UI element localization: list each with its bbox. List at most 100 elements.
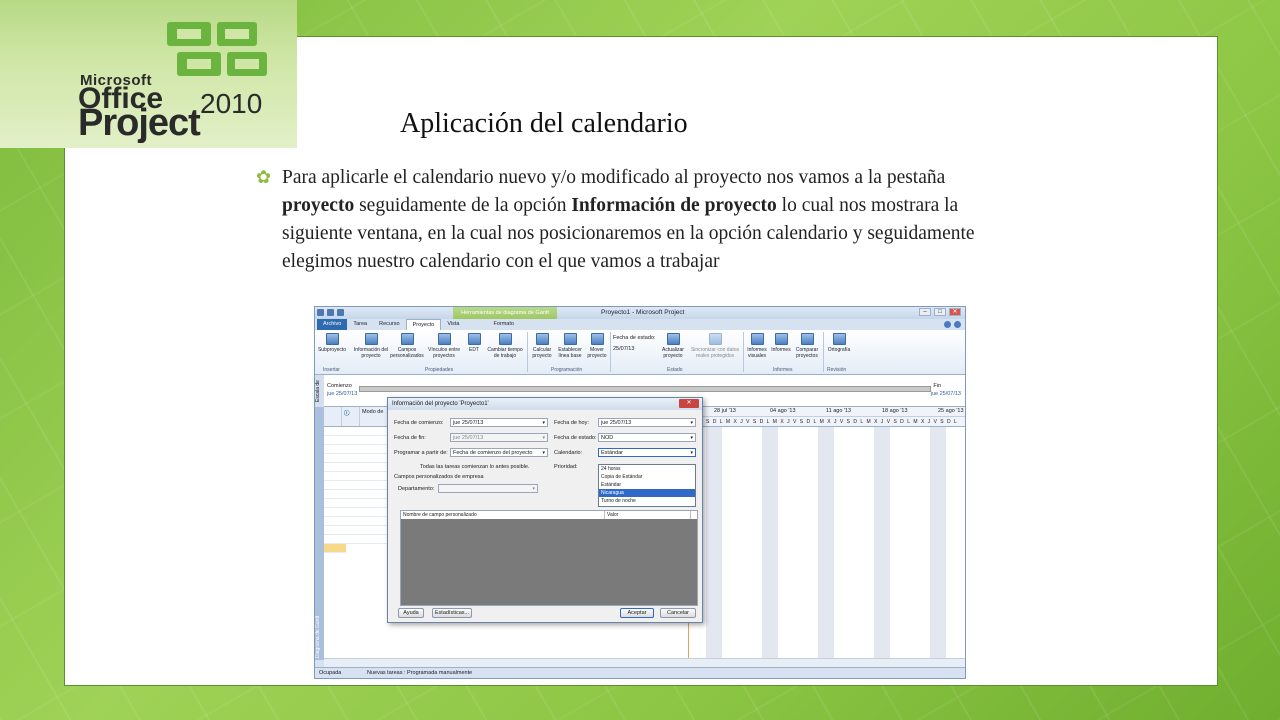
- move-icon: [590, 333, 604, 345]
- fecha-fin-field: jue 25/07/13 ▾: [450, 433, 548, 442]
- vinculos-button[interactable]: Vínculos entre proyectos: [425, 333, 463, 359]
- minimize-ribbon-icon[interactable]: [944, 321, 951, 328]
- project-info-icon: [364, 333, 378, 345]
- sincronizar-button[interactable]: Sincronizar con datos reales protegidos: [689, 333, 741, 359]
- weekend-shade: [706, 427, 722, 660]
- estadisticas-button[interactable]: Estadísticas...: [432, 608, 472, 618]
- horizontal-scrollbar[interactable]: [324, 658, 965, 667]
- linea-base-button[interactable]: Establecer línea base: [555, 333, 585, 359]
- calendar-option[interactable]: Turno de noche: [599, 497, 695, 505]
- button-label: Informes: [771, 347, 791, 353]
- ribbon-separator: [527, 332, 528, 372]
- tab-recurso[interactable]: Recurso: [373, 319, 405, 330]
- informes-visuales-button[interactable]: Informes visuales: [745, 333, 769, 359]
- dropdown-arrow-icon: ▾: [690, 450, 693, 456]
- grid-header-modo: Modo de: [360, 407, 390, 426]
- subproyecto-button[interactable]: Subproyecto: [317, 333, 347, 353]
- cancelar-button[interactable]: Cancelar: [660, 608, 696, 618]
- slide-title: Aplicación del calendario: [400, 108, 688, 139]
- window-title: Proyecto1 - Microsoft Project: [601, 309, 685, 316]
- column-header: Nombre de campo personalizado: [401, 511, 605, 519]
- redo-icon[interactable]: [337, 309, 344, 316]
- weekend-shade: [930, 427, 946, 660]
- status-bar: Ocupada Nuevas tareas : Programada manua…: [315, 667, 965, 678]
- mover-proyecto-button[interactable]: Mover proyecto: [585, 333, 609, 359]
- timeline-bar[interactable]: [359, 386, 931, 392]
- compare-icon: [800, 333, 814, 345]
- fecha-estado-field[interactable]: NOD ▾: [598, 433, 696, 442]
- status-new-tasks[interactable]: Nuevas tareas : Programada manualmente: [367, 670, 472, 676]
- window-controls: – □ ✕: [919, 308, 961, 316]
- cambiar-tiempo-button[interactable]: Cambiar tiempo de trabajo: [485, 333, 525, 359]
- help-icon[interactable]: [954, 321, 961, 328]
- field-value: NOD: [601, 435, 614, 441]
- button-label: Subproyecto: [317, 347, 347, 353]
- calculate-icon: [535, 333, 549, 345]
- bullet-item: ✿ Para aplicarle el calendario nuevo y/o…: [256, 164, 1016, 276]
- minimize-icon[interactable]: –: [919, 308, 931, 316]
- spelling-icon: [832, 333, 846, 345]
- bullet-bold-informacion: Información de proyecto: [571, 195, 777, 216]
- dropdown-arrow-icon: ▾: [542, 420, 545, 426]
- calcular-proyecto-button[interactable]: Calcular proyecto: [529, 333, 555, 359]
- departamento-select[interactable]: ▾: [438, 484, 538, 493]
- informacion-proyecto-button[interactable]: Información del proyecto: [353, 333, 389, 359]
- tab-tarea[interactable]: Tarea: [347, 319, 373, 330]
- group-revision: Revisión: [827, 367, 847, 373]
- undo-icon[interactable]: [327, 309, 334, 316]
- timeline-start-label: Comienzo: [327, 383, 352, 389]
- group-propiedades: Propiedades: [425, 367, 454, 373]
- ribbon-separator: [743, 332, 744, 372]
- programar-select[interactable]: Fecha de comienzo del proyecto ▾: [450, 448, 548, 457]
- baseline-icon: [563, 333, 577, 345]
- fecha-comienzo-label: Fecha de comienzo:: [394, 420, 444, 426]
- custom-fields-icon: [400, 333, 414, 345]
- visual-reports-icon: [750, 333, 764, 345]
- actualizar-proyecto-button[interactable]: Actualizar proyecto: [659, 333, 687, 359]
- ribbon-right-icons: [944, 319, 965, 330]
- view-side-bar: Diagrama de Gantt: [315, 407, 324, 660]
- calendario-select[interactable]: Estándar ▾: [598, 448, 696, 457]
- tab-formato[interactable]: Formato: [487, 319, 519, 330]
- fecha-comienzo-field[interactable]: jue 25/07/13 ▾: [450, 418, 548, 427]
- close-icon[interactable]: ✕: [949, 308, 961, 316]
- fecha-hoy-label: Fecha de hoy:: [554, 420, 589, 426]
- ortografia-button[interactable]: Ortografía: [825, 333, 853, 353]
- save-icon[interactable]: [317, 309, 324, 316]
- quick-access-toolbar: [317, 309, 344, 316]
- ayuda-button[interactable]: Ayuda: [398, 608, 424, 618]
- calendar-dropdown-list[interactable]: 24 horas Copia de Estándar Estándar Nica…: [598, 464, 696, 507]
- fecha-estado-value[interactable]: 25/07/13: [613, 346, 634, 352]
- calendar-option[interactable]: Estándar: [599, 481, 695, 489]
- informes-button[interactable]: Informes: [769, 333, 793, 353]
- tab-vista[interactable]: Vista: [441, 319, 465, 330]
- links-icon: [437, 333, 451, 345]
- calendar-option[interactable]: 24 horas: [599, 465, 695, 473]
- comparar-proyectos-button[interactable]: Comparar proyectos: [793, 333, 821, 359]
- tab-proyecto[interactable]: Proyecto: [405, 319, 442, 330]
- dialog-close-button[interactable]: ✕: [679, 399, 699, 408]
- day-letters: SDLMXJVSDLMXJVSDLMXJVSDLMXJVSDLMXJVSDL: [706, 419, 961, 425]
- custom-fields-table[interactable]: Nombre de campo personalizado Valor: [400, 510, 698, 606]
- field-value: jue 25/07/13: [601, 420, 632, 426]
- programar-label: Programar a partir de:: [394, 450, 448, 456]
- edt-button[interactable]: EDT: [465, 333, 483, 353]
- update-icon: [666, 333, 680, 345]
- fecha-hoy-field[interactable]: jue 25/07/13 ▾: [598, 418, 696, 427]
- calendar-option[interactable]: Copia de Estándar: [599, 473, 695, 481]
- subproject-icon: [325, 333, 339, 345]
- selected-cell[interactable]: [324, 544, 346, 553]
- tab-archivo[interactable]: Archivo: [317, 319, 348, 330]
- week-label: 25 ago '13: [938, 408, 964, 414]
- week-label: 11 ago '13: [826, 408, 852, 414]
- campos-personalizados-button[interactable]: Campos personalizados: [389, 333, 425, 359]
- column-header: Valor: [605, 511, 691, 519]
- maximize-icon[interactable]: □: [934, 308, 946, 316]
- aceptar-button[interactable]: Aceptar: [620, 608, 654, 618]
- logo-project-text: Project: [78, 102, 201, 144]
- calendar-option-selected[interactable]: Nicaragua: [599, 489, 695, 497]
- fecha-fin-label: Fecha de fin:: [394, 435, 426, 441]
- button-label: EDT: [469, 347, 479, 353]
- dialog-title: Información del proyecto 'Proyecto1': [388, 398, 702, 410]
- weekend-shade: [762, 427, 778, 660]
